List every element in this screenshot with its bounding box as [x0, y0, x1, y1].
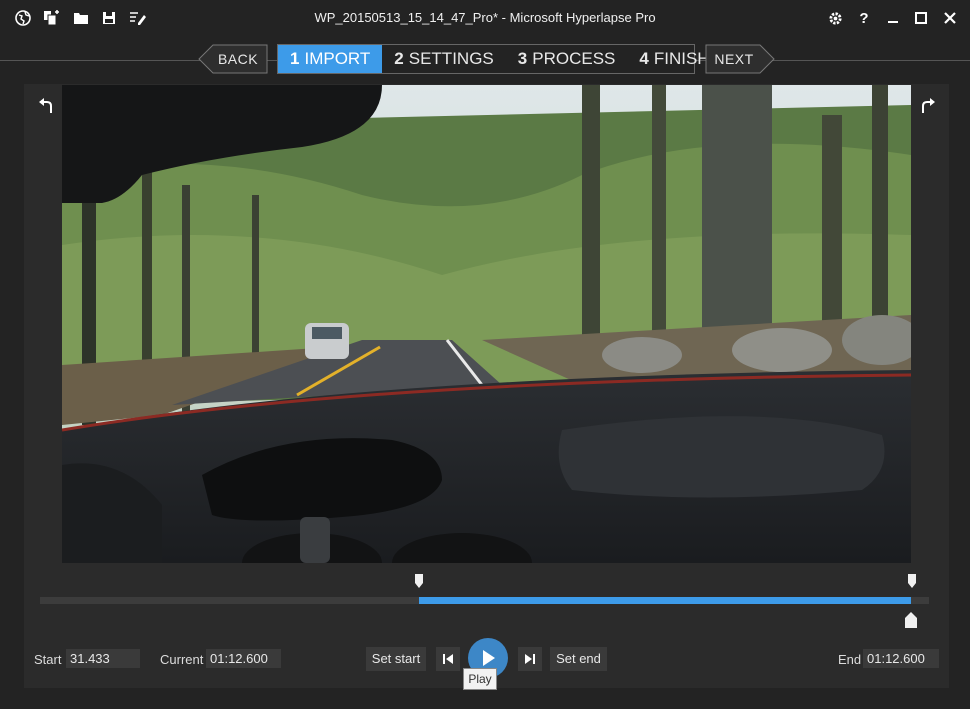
next-button[interactable]: NEXT	[705, 44, 775, 74]
video-preview[interactable]	[62, 85, 911, 563]
play-icon	[483, 650, 495, 666]
next-label: NEXT	[714, 51, 754, 67]
skip-to-end-button[interactable]	[518, 647, 542, 671]
step-number: 2	[394, 49, 404, 68]
step-label: FINISH	[653, 49, 710, 68]
video-frame-image	[62, 85, 911, 563]
step-number: 4	[639, 49, 649, 68]
maximize-icon[interactable]	[912, 9, 930, 27]
skip-to-start-button[interactable]	[436, 647, 460, 671]
set-end-button[interactable]: Set end	[550, 647, 607, 671]
set-start-button[interactable]: Set start	[366, 647, 426, 671]
minimize-icon[interactable]	[884, 9, 902, 27]
title-bar: WP_20150513_15_14_47_Pro* - Microsoft Hy…	[0, 0, 970, 36]
end-time-field[interactable]: 01:12.600	[863, 649, 939, 668]
play-tooltip: Play	[463, 668, 497, 690]
step-number: 1	[290, 49, 300, 68]
tab-process[interactable]: 3 PROCESS	[506, 45, 628, 73]
wizard-steps: 1 IMPORT 2 SETTINGS 3 PROCESS 4 FINISH	[277, 44, 710, 74]
step-number: 3	[517, 49, 528, 68]
back-button[interactable]: BACK	[198, 44, 268, 74]
step-label: IMPORT	[304, 49, 371, 68]
start-label: Start	[34, 652, 62, 667]
help-icon[interactable]: ?	[855, 9, 873, 27]
tab-settings[interactable]: 2 SETTINGS	[382, 45, 505, 73]
skip-back-icon	[443, 654, 453, 664]
rotate-right-icon[interactable]	[917, 95, 939, 117]
current-time-field[interactable]: 01:12.600	[206, 649, 281, 668]
playhead-handle[interactable]	[904, 611, 918, 634]
close-icon[interactable]	[941, 9, 959, 27]
rotate-left-icon[interactable]	[35, 95, 57, 117]
timeline-selection	[418, 597, 912, 604]
window-title: WP_20150513_15_14_47_Pro* - Microsoft Hy…	[314, 10, 656, 25]
settings-icon[interactable]	[826, 9, 844, 27]
end-marker-handle[interactable]	[907, 573, 917, 594]
current-label: Current	[160, 652, 204, 667]
step-label: PROCESS	[532, 49, 616, 68]
start-time-field[interactable]: 31.433	[66, 649, 140, 668]
skip-forward-icon	[525, 654, 535, 664]
end-label: End	[838, 652, 862, 667]
start-marker-handle[interactable]	[414, 573, 424, 594]
back-label: BACK	[217, 51, 259, 67]
step-label: SETTINGS	[408, 49, 494, 68]
tab-import[interactable]: 1 IMPORT	[278, 45, 383, 73]
app-window: WP_20150513_15_14_47_Pro* - Microsoft Hy…	[0, 0, 970, 709]
